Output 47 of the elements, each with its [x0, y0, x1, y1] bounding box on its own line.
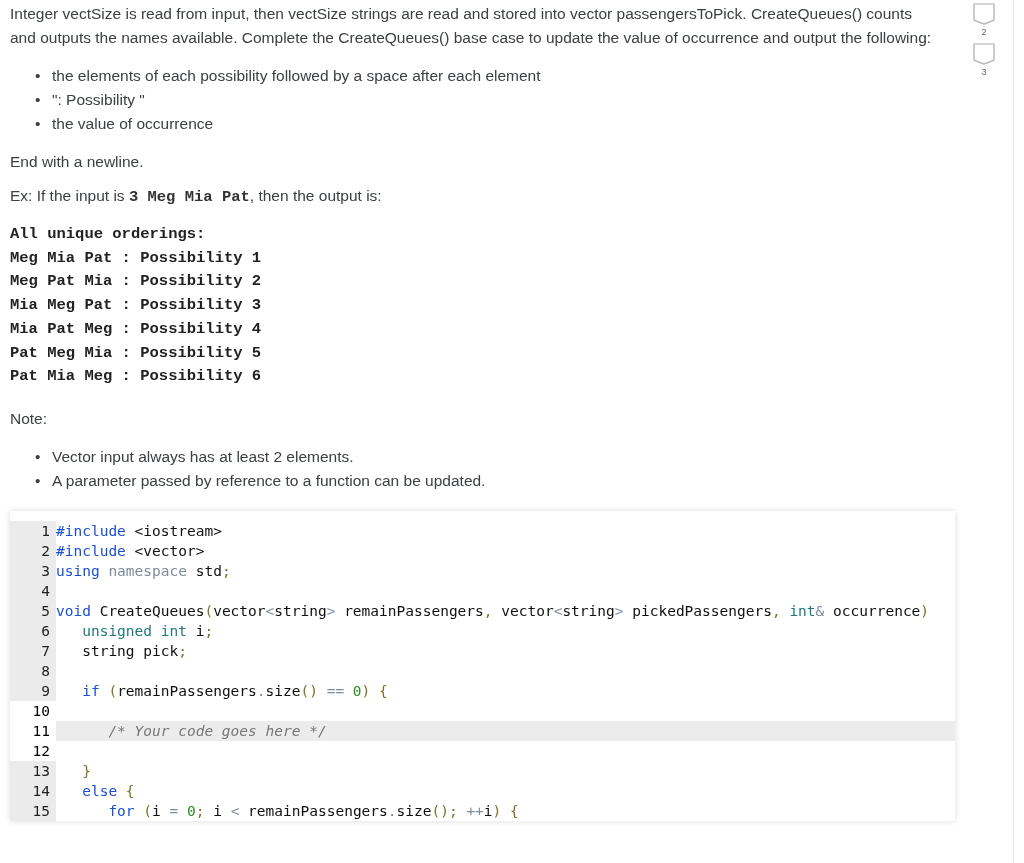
bullet-icon: •: [35, 444, 52, 469]
bookmark-icon[interactable]: [973, 43, 995, 65]
code-line: }: [81, 761, 92, 781]
bookmark-icon[interactable]: [973, 3, 995, 25]
output-line: Pat Mia Meg : Possibility 6: [10, 366, 263, 388]
bullet-text: the value of occurrence: [52, 114, 214, 134]
line-number: 15: [10, 800, 56, 821]
line-number: 1: [10, 520, 56, 541]
bullet-text: ": Possibility ": [52, 90, 145, 110]
line-number: 2: [10, 540, 56, 561]
output-line: Mia Meg Pat : Possibility 3: [10, 295, 263, 317]
line-number: 7: [10, 640, 56, 661]
line-number: 9: [10, 680, 56, 701]
line-number: 13: [10, 760, 56, 781]
bullet-text: Vector input always has at least 2 elements.: [52, 446, 354, 467]
code-line: if (remainPassengers.size() == 0) {: [81, 681, 389, 701]
instructions-text: Integer vectSize is read from input, then vectSize strings are read and stored into vector passengersToPick. CreateQueues() counts and outputs the names available. Complete the CreateQueues() base case to update the value of occurrence and output the following:: [10, 4, 933, 48]
code-line: void CreateQueues(vector<string> remainPassengers, vector<string> pickedPassengers, int& occurrence): [56, 601, 931, 621]
bullet-icon: •: [35, 88, 52, 112]
code-line: unsigned int i;: [81, 621, 215, 641]
line-number: 3: [10, 560, 56, 581]
line-number: 8: [10, 660, 56, 681]
code-line: string pick;: [81, 641, 188, 661]
line-number: 4: [10, 580, 56, 601]
marker-number: 2: [981, 26, 987, 39]
bullet-icon: •: [35, 112, 52, 136]
example-text: Ex: If the input is 3 Meg Mia Pat, then the output is:: [10, 186, 383, 208]
code-line: else {: [81, 781, 136, 801]
code-line: using namespace std;: [56, 561, 232, 581]
code-line: for (i = 0; i < remainPassengers.size(); ++i) {: [107, 801, 520, 821]
bullet-text: the elements of each possibility followed by a space after each element: [52, 66, 541, 86]
bullet-icon: •: [35, 468, 52, 493]
output-line: Pat Meg Mia : Possibility 5: [10, 342, 263, 364]
instructions-text: End with a newline.: [10, 152, 145, 172]
bullet-icon: •: [35, 64, 52, 88]
marker-number: 3: [981, 66, 987, 79]
output-line: All unique orderings:: [10, 224, 207, 245]
bullet-text: A parameter passed by reference to a function can be updated.: [52, 470, 486, 491]
line-number: 6: [10, 620, 56, 641]
output-line: Mia Pat Meg : Possibility 4: [10, 318, 263, 340]
code-line: #include <vector>: [56, 541, 206, 561]
note-label: Note:: [10, 408, 49, 429]
output-line: Meg Pat Mia : Possibility 2: [10, 271, 263, 293]
line-number: 5: [10, 600, 56, 621]
output-line: Meg Mia Pat : Possibility 1: [10, 247, 263, 269]
code-line: #include <iostream>: [56, 521, 223, 541]
line-number: 14: [10, 780, 56, 801]
